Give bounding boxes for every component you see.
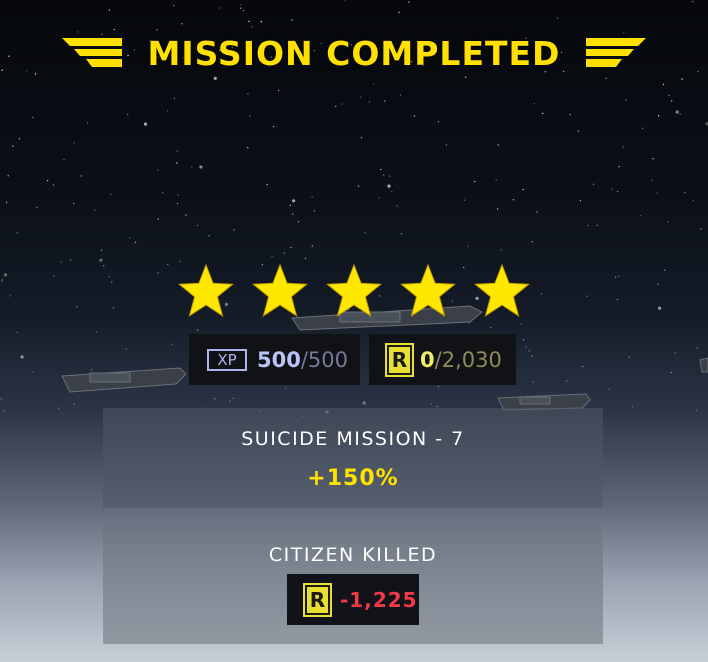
reputation-icon: R	[303, 582, 332, 617]
star-icon	[474, 263, 530, 317]
bonus-value: +150%	[307, 466, 399, 491]
bonus-name: SUICIDE MISSION - 7	[241, 428, 465, 450]
xp-total: 500	[307, 347, 349, 372]
xp-current: 500	[257, 347, 301, 372]
penalty-panel-citizen-killed: CITIZEN KILLED R -1,225	[103, 524, 603, 644]
star-icon	[400, 263, 456, 317]
reputation-total: 2,030	[441, 347, 502, 372]
page-title: MISSION COMPLETED	[147, 34, 561, 73]
penalty-box: R -1,225	[287, 574, 419, 625]
penalty-value: -1,225	[340, 587, 418, 612]
xp-badge: XP	[207, 348, 247, 371]
star-icon	[252, 263, 308, 317]
bonus-panel-suicide-mission: SUICIDE MISSION - 7 +150%	[103, 408, 603, 508]
penalty-name: CITIZEN KILLED	[268, 544, 438, 566]
star-icon	[326, 263, 382, 317]
reputation-current: 0	[420, 347, 435, 372]
reputation-reward: R 0 / 2,030	[369, 334, 516, 385]
star-icon	[178, 263, 234, 317]
reputation-separator: /	[434, 347, 442, 372]
reputation-icon: R	[385, 342, 414, 377]
xp-separator: /	[300, 347, 308, 372]
xp-reward: XP 500 / 500	[189, 334, 360, 385]
star-rating	[176, 262, 532, 322]
left-wing-icon	[62, 38, 122, 67]
right-wing-icon	[586, 38, 646, 67]
